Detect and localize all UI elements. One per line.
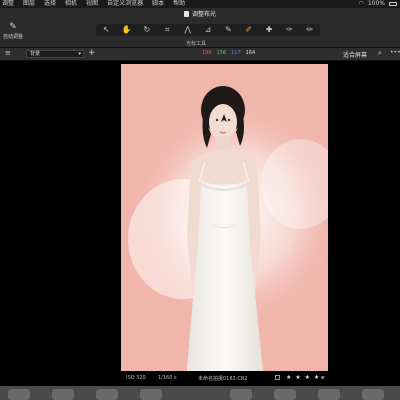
menubar-status-area: ◠ 100% bbox=[359, 0, 397, 8]
menu-custom-browser[interactable]: 自定义浏览器 bbox=[107, 0, 143, 8]
file-name: 未命名拍摄0183.CR2 bbox=[198, 376, 248, 382]
keystone-tool-icon[interactable]: ⋀ bbox=[179, 24, 197, 36]
more-icon[interactable]: ••• bbox=[390, 49, 400, 56]
document-icon bbox=[184, 10, 189, 17]
document-title: 调整布光 bbox=[184, 9, 216, 18]
shutter-value: 1/160 s bbox=[158, 375, 177, 381]
dock-app[interactable] bbox=[274, 389, 296, 400]
battery-percent: 100% bbox=[367, 0, 385, 7]
menu-view[interactable]: 视图 bbox=[86, 0, 98, 8]
dock-app[interactable] bbox=[52, 389, 74, 400]
dock bbox=[0, 386, 400, 400]
auto-adjust-label: 自动调整 bbox=[2, 34, 23, 40]
battery-icon[interactable] bbox=[389, 2, 397, 6]
wifi-icon[interactable]: ◠ bbox=[359, 0, 364, 8]
document-title-text: 调整布光 bbox=[192, 11, 217, 18]
menu-camera[interactable]: 相机 bbox=[65, 0, 77, 8]
fit-screen-button[interactable]: 适合屏幕 bbox=[343, 50, 367, 59]
pan-tool-icon[interactable]: ✋ bbox=[118, 24, 136, 36]
dock-app[interactable] bbox=[318, 389, 340, 400]
dock-app[interactable] bbox=[140, 389, 162, 400]
readout-luma: 164 bbox=[245, 50, 256, 56]
dock-app[interactable] bbox=[362, 389, 384, 400]
brush-tool-icon[interactable]: ✐ bbox=[240, 24, 258, 36]
portrait-photo bbox=[121, 64, 328, 371]
auto-adjust-button[interactable]: ✎ 自动调整 bbox=[2, 22, 24, 40]
eyedropper-tool-icon[interactable]: ✎ bbox=[219, 24, 237, 36]
select-checkbox[interactable] bbox=[275, 375, 280, 380]
menu-help[interactable]: 帮助 bbox=[173, 0, 185, 8]
menu-adjust[interactable]: 调整 bbox=[2, 0, 14, 8]
crop-tool-icon[interactable]: ⌗ bbox=[158, 24, 176, 36]
layers-icon[interactable]: ≡ bbox=[5, 49, 11, 57]
readout-red: 199 bbox=[202, 50, 212, 56]
image-viewer[interactable] bbox=[0, 61, 400, 374]
dock-app[interactable] bbox=[8, 389, 30, 400]
straighten-tool-icon[interactable]: ⊿ bbox=[199, 24, 217, 36]
dock-app[interactable] bbox=[96, 389, 118, 400]
magic-wand-icon: ✎ bbox=[9, 22, 17, 32]
tools-label: 光标工具 bbox=[186, 41, 207, 47]
rotate-tool-icon[interactable]: ↻ bbox=[138, 24, 156, 36]
iso-value: ISO 320 bbox=[126, 375, 146, 381]
menu-layers[interactable]: 图层 bbox=[23, 0, 35, 8]
layer-select[interactable]: 背景 ▾ bbox=[26, 50, 84, 58]
toolbar: ✎ 自动调整 调整布光 ↖ ✋ ↻ ⌗ ⋀ ⊿ ✎ ✐ ✚ ✑ ✏ 光标工具 bbox=[0, 8, 400, 48]
zoom-icon[interactable]: ⌕ bbox=[378, 49, 382, 58]
tool-strip: ↖ ✋ ↻ ⌗ ⋀ ⊿ ✎ ✐ ✚ ✑ ✏ bbox=[96, 24, 320, 36]
gradient-tool-icon[interactable]: ✑ bbox=[280, 24, 298, 36]
add-layer-button[interactable]: + bbox=[88, 48, 96, 58]
menu-bar: 调整 图层 选择 相机 视图 自定义浏览器 脚本 帮助 ◠ 100% bbox=[0, 0, 400, 8]
dock-app[interactable] bbox=[230, 389, 252, 400]
pointer-tool-icon[interactable]: ↖ bbox=[97, 24, 115, 36]
color-tag[interactable] bbox=[321, 376, 324, 379]
menu-scripts[interactable]: 脚本 bbox=[152, 0, 164, 8]
layer-select-value: 背景 bbox=[30, 51, 41, 57]
heal-tool-icon[interactable]: ✚ bbox=[260, 24, 278, 36]
readout-green: 156 bbox=[216, 50, 227, 56]
rgb-readout: 199 156 117 164 bbox=[202, 50, 255, 56]
readout-blue: 117 bbox=[231, 50, 241, 56]
menu-select[interactable]: 选择 bbox=[44, 0, 56, 8]
layer-bar: ≡ 背景 ▾ + 199 156 117 164 适合屏幕 ⌕ ••• bbox=[0, 48, 400, 61]
erase-tool-icon[interactable]: ✏ bbox=[301, 24, 319, 36]
photo-canvas[interactable] bbox=[121, 64, 328, 371]
chevron-down-icon: ▾ bbox=[78, 51, 81, 57]
status-bar: ISO 320 1/160 s 未命名拍摄0183.CR2 ★ ★ ★ ★ · bbox=[0, 372, 400, 384]
